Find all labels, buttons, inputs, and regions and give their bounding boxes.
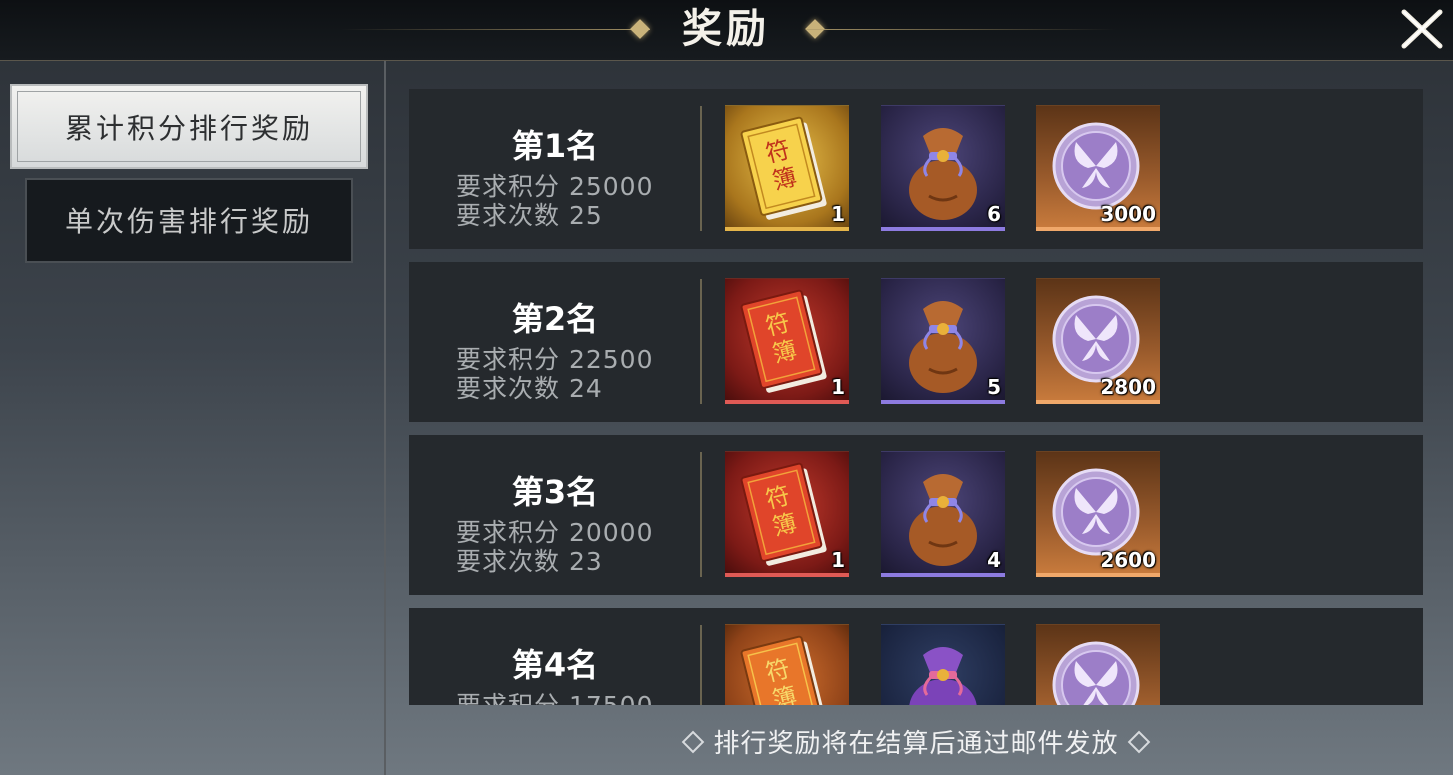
item-quantity: 2600 [1100,548,1156,572]
reward-item-slot[interactable]: 符 簿 1 [725,278,849,404]
rank-title: 第4名 [511,646,599,684]
required-count: 要求次数 24 [456,374,603,403]
reward-item-slot[interactable] [881,624,1005,705]
row-divider [700,452,702,577]
required-score: 要求积分 17500 [456,692,653,706]
rank-info: 第2名 要求积分 22500 要求次数 24 [409,262,701,422]
required-count: 要求次数 25 [456,201,603,230]
item-quantity: 1 [831,375,845,399]
close-button[interactable] [1398,6,1446,52]
reward-row: 第1名 要求积分 25000 要求次数 25 符 簿 1 6 3000 [409,89,1423,249]
item-quantity: 6 [987,202,1001,226]
item-quantity: 1 [831,202,845,226]
rank-title: 第1名 [511,127,599,165]
reward-item-slot[interactable]: 6 [881,105,1005,231]
reward-row: 第4名 要求积分 17500 符 簿 [409,608,1423,705]
required-score: 要求积分 25000 [456,172,654,201]
reward-item-slot[interactable] [1036,624,1160,705]
close-icon [1401,9,1443,49]
reward-row: 第2名 要求积分 22500 要求次数 24 符 簿 1 5 2800 [409,262,1423,422]
reward-item-slot[interactable]: 2800 [1036,278,1160,404]
row-divider [700,106,702,231]
reward-row: 第3名 要求积分 20000 要求次数 23 符 簿 1 4 2600 [409,435,1423,595]
footer-notice: 排行奖励将在结算后通过邮件发放 [636,724,1196,764]
purple-pouch-icon [909,647,977,705]
tab-cumulative-score-ranking[interactable]: 累计积分排行奖励 [10,84,368,169]
reward-item-slot[interactable]: 4 [881,451,1005,577]
required-score: 要求积分 20000 [456,518,654,547]
item-quantity: 1 [831,548,845,572]
required-count: 要求次数 23 [456,547,603,576]
rank-title: 第2名 [511,300,599,338]
reward-item-slot[interactable]: 符 簿 1 [725,451,849,577]
reward-item-slot[interactable]: 2600 [1036,451,1160,577]
rank-info: 第4名 要求积分 17500 [409,608,701,705]
reward-item-slot[interactable]: 符 簿 1 [725,105,849,231]
title-bar: 奖励 [0,0,1453,61]
title-decor-line-right [806,29,1116,30]
rank-info: 第3名 要求积分 20000 要求次数 23 [409,435,701,595]
reward-list[interactable]: 第1名 要求积分 25000 要求次数 25 符 簿 1 6 3000 第2名 … [409,89,1423,705]
diamond-ornament-icon [682,730,705,753]
sidebar: 累计积分排行奖励 单次伤害排行奖励 [0,61,386,775]
footer-note-text: 排行奖励将在结算后通过邮件发放 [713,729,1119,759]
reward-item-slot[interactable]: 3000 [1036,105,1160,231]
butterfly-coin-icon [1052,641,1140,705]
item-quantity: 5 [987,375,1001,399]
item-quantity: 3000 [1100,202,1156,226]
reward-item-slot[interactable]: 符 簿 [725,624,849,705]
item-quantity: 4 [987,548,1001,572]
rank-info: 第1名 要求积分 25000 要求次数 25 [409,89,701,249]
item-quantity: 2800 [1100,375,1156,399]
diamond-ornament-icon [1127,730,1150,753]
row-divider [700,625,702,705]
required-score: 要求积分 22500 [456,345,654,374]
rank-title: 第3名 [511,473,599,511]
title-decor-line-left [340,29,650,30]
tab-single-damage-ranking[interactable]: 单次伤害排行奖励 [25,178,353,263]
row-divider [700,279,702,404]
page-title: 奖励 [682,6,770,52]
orange-token-book-icon: 符 簿 [740,635,827,705]
reward-item-slot[interactable]: 5 [881,278,1005,404]
title-ornament-left-icon [630,19,650,39]
